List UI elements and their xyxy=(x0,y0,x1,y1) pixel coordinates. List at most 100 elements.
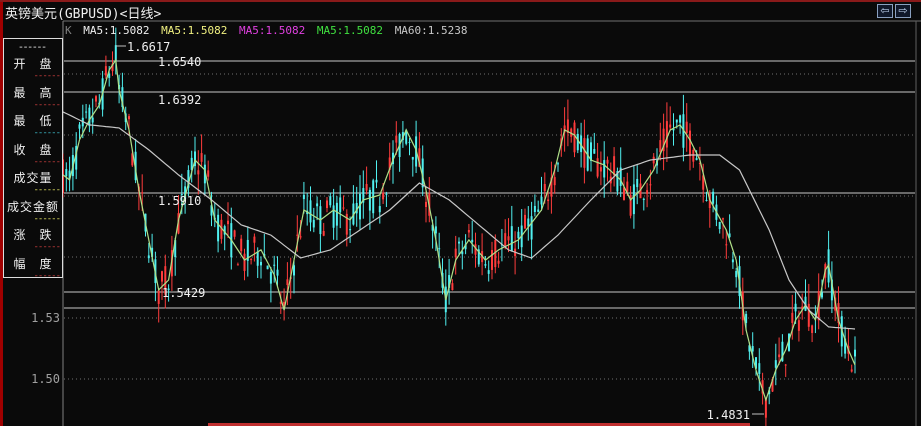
candle-down xyxy=(434,226,437,234)
candle-up xyxy=(778,354,781,358)
candle-up xyxy=(365,183,368,191)
candle-up xyxy=(342,207,345,209)
level-label: 1.5910 xyxy=(158,194,201,208)
candle-down xyxy=(260,261,262,266)
candle-up xyxy=(613,156,616,176)
info-value: ------ xyxy=(33,213,60,224)
candle-down xyxy=(256,251,259,266)
candle-down xyxy=(774,360,777,368)
candle-down xyxy=(293,265,295,276)
info-label: 成交金额 xyxy=(6,199,59,214)
candle-up xyxy=(689,130,691,157)
candle-up xyxy=(467,229,470,233)
legend-ma-magenta: MA5:1.5082 xyxy=(238,24,306,37)
candle-down xyxy=(85,111,88,113)
candle-down xyxy=(269,271,272,284)
candle-up xyxy=(692,149,695,162)
candle-up xyxy=(507,236,510,241)
candle-down xyxy=(794,303,797,312)
info-value: ------ xyxy=(33,270,60,281)
candle-up xyxy=(725,244,728,246)
candle-up xyxy=(141,192,144,194)
candle-up xyxy=(227,220,229,225)
candle-down xyxy=(530,216,533,240)
candle-up xyxy=(722,218,724,220)
candle-down xyxy=(408,141,411,143)
candle-up xyxy=(504,233,507,247)
candle-down xyxy=(705,199,708,201)
candle-up xyxy=(685,121,688,134)
candle-down xyxy=(88,107,91,127)
level-label: 1.5429 xyxy=(162,286,205,300)
candle-up xyxy=(253,236,256,243)
candle-down xyxy=(679,115,682,123)
candle-down xyxy=(339,197,342,213)
legend-ma-yellow: MA5:1.5082 xyxy=(161,24,228,37)
candle-down xyxy=(636,178,639,188)
info-value: ------ xyxy=(33,128,60,138)
candle-up xyxy=(669,124,672,128)
quote-info-panel: ------ 开 盘 ------ 最 高 ------ 最 低 ------ 收 盘 ---… xyxy=(3,38,63,281)
candle-down xyxy=(65,169,68,177)
candle-up xyxy=(128,116,130,120)
candle-up xyxy=(583,138,586,168)
candle-up xyxy=(104,66,107,76)
candle-up xyxy=(606,159,609,164)
candle-down xyxy=(378,206,381,213)
candle-down xyxy=(316,203,319,207)
high-price-label: 1.6617 xyxy=(127,40,170,54)
candle-up xyxy=(197,170,200,175)
info-label: 幅 度 xyxy=(13,256,53,271)
info-value: ------ xyxy=(33,71,60,81)
candle-down xyxy=(266,265,269,270)
candle-up xyxy=(547,199,550,202)
candle-up xyxy=(553,177,556,186)
candle-up xyxy=(382,192,385,200)
candle-up xyxy=(784,364,787,366)
candle-up xyxy=(791,312,794,323)
candlestick-chart[interactable]: 1.6540 1.6392 1.5910 1.5429 1.6617 1.4831 xyxy=(0,0,921,426)
candle-up xyxy=(497,260,500,264)
candle-up xyxy=(599,167,602,172)
info-value: ------ xyxy=(33,185,60,195)
info-label: 最 低 xyxy=(13,114,53,128)
candle-down xyxy=(537,209,540,212)
candle-down xyxy=(335,202,338,226)
candle-down xyxy=(758,363,761,374)
info-value: ------ xyxy=(33,99,60,110)
candle-up xyxy=(665,121,668,148)
candle-up xyxy=(524,214,526,229)
candle-down xyxy=(217,214,220,242)
candle-up xyxy=(236,264,239,266)
candle-down xyxy=(329,196,332,206)
candle-down xyxy=(854,349,856,357)
candle-down xyxy=(632,184,635,215)
candle-up xyxy=(797,320,800,331)
candle-up xyxy=(322,230,325,236)
candle-up xyxy=(454,248,457,258)
candle-down xyxy=(718,221,721,230)
info-label: 最 高 xyxy=(13,85,53,100)
candle-down xyxy=(302,194,305,200)
candle-up xyxy=(250,259,253,261)
candle-up xyxy=(850,369,853,372)
candle-up xyxy=(161,271,163,282)
candle-up xyxy=(395,135,398,143)
level-label: 1.6392 xyxy=(158,93,201,107)
info-label: 收 盘 xyxy=(13,142,53,157)
candle-down xyxy=(510,226,513,251)
candle-up xyxy=(296,234,299,236)
candle-down xyxy=(695,158,698,161)
candle-down xyxy=(487,270,490,274)
candle-down xyxy=(557,163,559,165)
info-value: ------ xyxy=(33,156,60,167)
candle-down xyxy=(375,179,378,183)
legend-ma60: MA60:1.5238 xyxy=(394,24,468,37)
candle-up xyxy=(807,303,810,327)
candle-up xyxy=(646,190,649,194)
candle-down xyxy=(751,346,754,352)
candle-up xyxy=(451,283,454,291)
candle-up xyxy=(543,183,546,192)
candle-down xyxy=(332,205,335,228)
candle-up xyxy=(659,140,662,153)
